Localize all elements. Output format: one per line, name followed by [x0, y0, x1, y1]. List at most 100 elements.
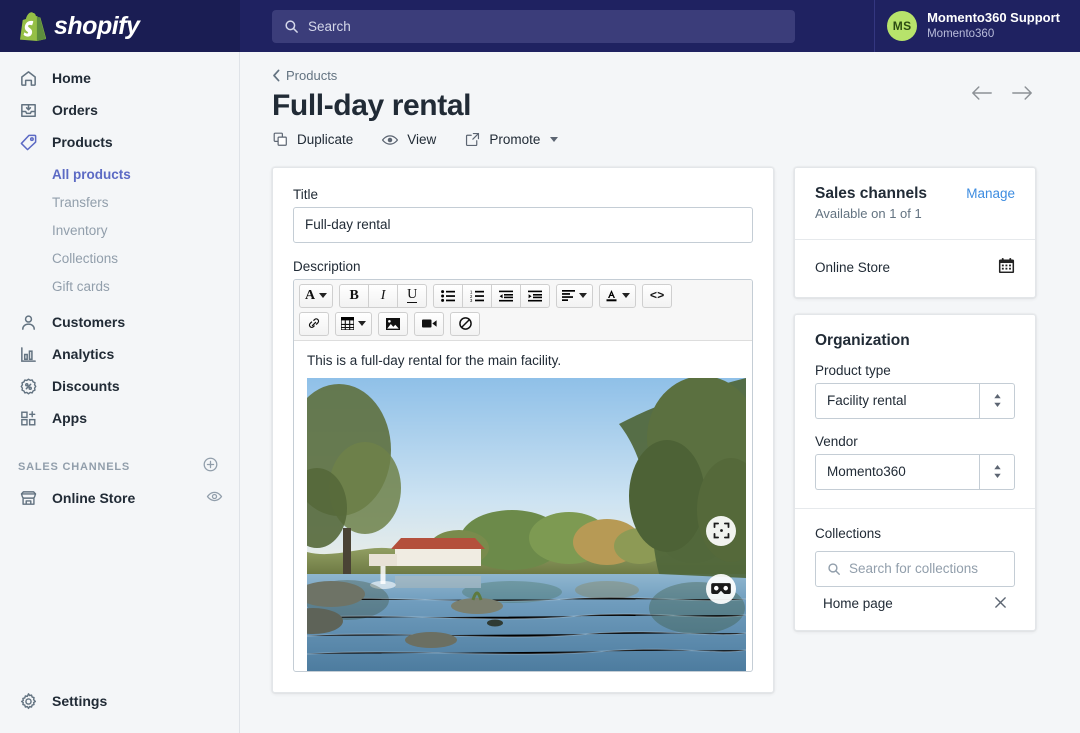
store-name: Momento360 [927, 27, 995, 40]
sidebar-item-home[interactable]: Home [0, 62, 239, 94]
rte-group-video [414, 311, 444, 336]
sidebar-subitem-transfers[interactable]: Transfers [0, 188, 239, 216]
side-column: Sales channels Manage Available on 1 of … [794, 166, 1036, 631]
rte-content-area[interactable]: This is a full-day rental for the main f… [294, 341, 752, 671]
sidebar-subitem-all-products[interactable]: All products [0, 160, 239, 188]
duplicate-button[interactable]: Duplicate [272, 131, 353, 148]
rte-group-code: <> [642, 283, 673, 308]
fullscreen-expand-icon [713, 522, 729, 539]
chevron-down-icon [550, 137, 559, 142]
panorama-image [307, 377, 746, 671]
insert-video-icon[interactable] [414, 311, 444, 336]
previous-product-button[interactable] [971, 84, 993, 107]
plus-circle-icon[interactable] [202, 456, 219, 478]
vendor-label: Vendor [815, 433, 858, 449]
numbered-list-icon[interactable]: 1 2 3 [462, 283, 493, 308]
user-menu-text: Momento360 Support Momento360 [927, 10, 1060, 41]
user-menu[interactable]: MS Momento360 Support Momento360 [874, 0, 1080, 52]
sidebar-item-customers[interactable]: Customers [0, 306, 239, 338]
rte-toolbar-row-2 [299, 311, 747, 336]
sidebar-subitem-gift-cards[interactable]: Gift cards [0, 272, 239, 300]
breadcrumb-label: Products [286, 68, 338, 83]
sidebar-item-discounts[interactable]: Discounts [0, 370, 239, 402]
remove-collection-button[interactable] [994, 596, 1007, 612]
vr-view-button[interactable] [706, 573, 736, 604]
calendar-icon[interactable] [998, 257, 1015, 279]
manage-channels-link[interactable]: Manage [966, 186, 1015, 201]
product-type-select[interactable]: Facility rental [815, 382, 1015, 419]
channel-list: Online Store [795, 238, 1035, 297]
sidebar-subitem-label: Transfers [52, 194, 109, 210]
breadcrumb[interactable]: Products [272, 68, 558, 83]
bold-icon[interactable]: B [339, 283, 370, 308]
gear-icon [18, 691, 38, 711]
fullscreen-button[interactable] [706, 515, 736, 546]
description-rich-text-editor: A B I U 1 2 3 <> This is a full-day rent… [293, 278, 753, 672]
bullet-list-icon[interactable] [433, 283, 464, 308]
shopify-logo[interactable]: shopify [0, 0, 240, 52]
sales-channels-title-row: Sales channels Manage [815, 185, 1015, 203]
content-inner: Products Full-day rental Duplicate View … [240, 68, 1080, 693]
indent-icon[interactable] [520, 283, 551, 308]
code-view-icon[interactable]: <> [642, 283, 673, 308]
vendor-value: Momento360 [815, 453, 979, 490]
sales-channels-section-header: SALES CHANNELS [0, 452, 239, 482]
panorama-embed[interactable] [307, 377, 746, 671]
search-input[interactable]: Search [272, 9, 795, 43]
title-input-value: Full-day rental [305, 217, 391, 232]
page-title: Full-day rental [272, 89, 472, 122]
table-icon[interactable] [335, 311, 372, 336]
chevron-down-icon [579, 293, 588, 298]
next-product-button[interactable] [1011, 84, 1033, 107]
eye-icon [382, 134, 399, 145]
sidebar-subitem-collections[interactable]: Collections [0, 244, 239, 272]
insert-image-icon[interactable] [378, 311, 408, 336]
vr-cardboard-icon [711, 582, 731, 594]
font-size-A-icon[interactable]: A [299, 283, 334, 308]
collection-item-home-page: Home page [815, 587, 1015, 612]
sidebar-item-apps[interactable]: Apps [0, 402, 239, 434]
apps-grid-plus-icon [18, 408, 38, 428]
sidebar-item-products[interactable]: Products [0, 126, 239, 158]
top-bar-search-area: Search [240, 9, 874, 43]
sidebar-subitem-label: Collections [52, 250, 119, 266]
promote-button[interactable]: Promote [464, 131, 559, 148]
shopify-admin-window: shopify Search MS Momento360 Support Mom… [0, 0, 1080, 733]
search-icon [285, 19, 298, 33]
sales-channels-title: SALES CHANNELS [18, 461, 131, 473]
italic-icon[interactable]: I [368, 283, 399, 308]
sidebar-channel-online-store[interactable]: Online Store [0, 482, 239, 514]
rte-group-text-color [599, 283, 637, 308]
sidebar-subitem-inventory[interactable]: Inventory [0, 216, 239, 244]
sidebar-item-settings[interactable]: Settings [0, 685, 239, 717]
user-name: Momento360 Support [927, 10, 1060, 26]
vendor-select[interactable]: Momento360 [815, 453, 1015, 490]
rte-toolbar: A B I U 1 2 3 <> [294, 279, 752, 341]
sales-channels-card: Sales channels Manage Available on 1 of … [794, 166, 1036, 298]
outdent-icon[interactable] [491, 283, 522, 308]
chevron-down-icon [319, 293, 328, 298]
channel-row-online-store[interactable]: Online Store [815, 257, 1015, 279]
close-x-icon [995, 596, 1006, 608]
arrow-left-icon [972, 86, 992, 100]
title-field-label: Title [293, 186, 319, 202]
link-icon[interactable] [299, 311, 329, 336]
storefront-icon [18, 488, 38, 508]
align-left-icon[interactable] [556, 283, 594, 308]
view-button[interactable]: View [381, 131, 436, 149]
sidebar-item-orders[interactable]: Orders [0, 94, 239, 126]
text-color-icon[interactable] [599, 283, 637, 308]
sidebar-item-label: Settings [52, 693, 108, 709]
title-input[interactable]: Full-day rental [293, 206, 753, 243]
collections-search-input[interactable]: Search for collections [815, 550, 1015, 587]
sidebar-item-analytics[interactable]: Analytics [0, 338, 239, 370]
sidebar-item-label: Customers [52, 314, 126, 330]
avatar: MS [887, 11, 918, 41]
eye-icon[interactable] [206, 488, 223, 508]
chevron-down-icon [358, 321, 366, 326]
clear-formatting-icon[interactable] [450, 311, 480, 336]
discount-percent-icon [18, 376, 38, 396]
underline-icon[interactable]: U [397, 283, 428, 308]
products-tag-icon [18, 132, 38, 152]
chevron-down-icon [622, 293, 631, 298]
